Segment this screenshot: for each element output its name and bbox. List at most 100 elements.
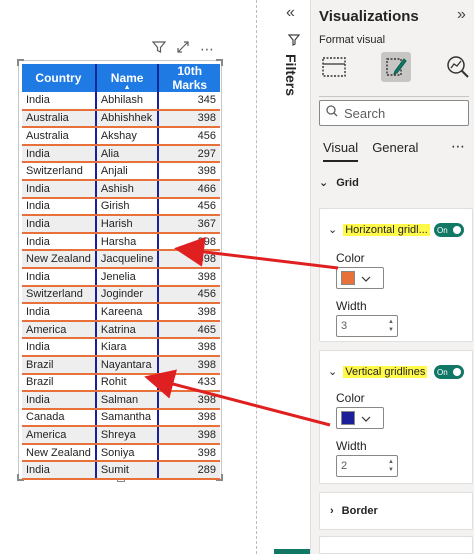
build-visual-icon[interactable] xyxy=(319,52,349,82)
table-row[interactable]: India Kiara 398 xyxy=(22,338,220,357)
cell-name: Joginder xyxy=(95,285,160,305)
cell-marks: 398 xyxy=(158,250,220,269)
cell-name: Samantha xyxy=(95,408,160,428)
section-label: Border xyxy=(341,505,378,517)
cell-marks: 398 xyxy=(158,408,220,428)
column-header-name[interactable]: ▲ Name xyxy=(95,64,160,92)
toggle-state: On xyxy=(437,225,448,235)
cell-country: India xyxy=(22,92,97,111)
cell-marks: 456 xyxy=(158,127,220,146)
report-canvas: ⋯ Country ▲ Name 10th Marks India Abhilas… xyxy=(0,0,256,554)
filters-label[interactable]: Filters xyxy=(283,54,299,96)
collapse-pane-icon[interactable]: » xyxy=(457,6,466,24)
cell-country: India xyxy=(22,303,97,322)
filter-icon xyxy=(287,34,301,49)
table-row[interactable]: India Salman 398 xyxy=(22,391,220,410)
filters-pane-collapsed[interactable]: « Filters xyxy=(278,0,310,554)
vertical-gridlines-header[interactable]: ⌄ Vertical gridlines xyxy=(328,365,428,378)
chevron-down-icon: ⌄ xyxy=(328,366,338,378)
cell-marks: 398 xyxy=(158,267,220,287)
cell-country: Australia xyxy=(22,109,97,129)
border-section-header[interactable]: › Border xyxy=(330,505,378,517)
color-label: Color xyxy=(336,251,365,265)
tab-general[interactable]: General xyxy=(372,140,418,162)
cell-name: Katrina xyxy=(95,320,160,340)
cell-name: Soniya xyxy=(95,443,160,463)
vertical-gridlines-card: ⌄ Vertical gridlines On Color Width 2 ▲ ▼ xyxy=(319,350,473,484)
cell-name: Shreya xyxy=(95,426,160,445)
cell-marks: 398 xyxy=(158,355,220,375)
horizontal-gridlines-toggle[interactable]: On xyxy=(434,223,464,237)
column-header-10th-marks[interactable]: 10th Marks xyxy=(158,64,220,92)
tab-visual[interactable]: Visual xyxy=(323,140,359,162)
column-header-country[interactable]: Country xyxy=(22,64,97,92)
analytics-icon[interactable] xyxy=(443,52,473,82)
more-options-icon[interactable]: ⋯ xyxy=(451,138,465,155)
table-row[interactable]: Australia Abhishhek 398 xyxy=(22,109,220,129)
table-row[interactable]: India Abhilash 345 xyxy=(22,92,220,111)
filter-icon[interactable] xyxy=(151,40,167,58)
cell-marks: 398 xyxy=(158,303,220,322)
vertical-gridlines-toggle[interactable]: On xyxy=(434,365,464,379)
expand-chevron-icon[interactable]: « xyxy=(286,4,295,22)
section-label: Grid xyxy=(336,176,359,189)
focus-mode-icon[interactable] xyxy=(176,40,190,58)
table-row[interactable]: India Alia 297 xyxy=(22,144,220,164)
horizontal-color-picker[interactable] xyxy=(336,267,384,289)
width-value: 3 xyxy=(341,320,348,332)
vertical-width-input[interactable]: 2 ▲ ▼ xyxy=(336,455,398,477)
next-section-card[interactable] xyxy=(319,536,473,554)
border-card[interactable]: › Border xyxy=(319,492,473,530)
cell-country: New Zealand xyxy=(22,250,97,269)
color-swatch xyxy=(341,271,355,285)
search-input[interactable]: Search xyxy=(319,100,469,126)
table-row[interactable]: New Zealand Jacqueline 398 xyxy=(22,250,220,269)
table-row[interactable]: India Jenelia 398 xyxy=(22,267,220,287)
table-row[interactable]: Canada Samantha 398 xyxy=(22,408,220,428)
canvas-divider xyxy=(256,0,257,554)
table-row[interactable]: Switzerland Joginder 456 xyxy=(22,285,220,305)
cell-name: Kareena xyxy=(95,303,160,322)
format-visual-icon[interactable] xyxy=(381,52,411,82)
toggle-state: On xyxy=(437,367,448,377)
horizontal-width-input[interactable]: 3 ▲ ▼ xyxy=(336,315,398,337)
cell-marks: 367 xyxy=(158,215,220,234)
grid-section-header[interactable]: ⌄ Grid xyxy=(319,176,359,190)
chevron-down-icon xyxy=(361,269,371,287)
cell-marks: 456 xyxy=(158,285,220,305)
table-row[interactable]: India Girish 456 xyxy=(22,197,220,217)
table-row[interactable]: India Sumit 289 xyxy=(22,461,220,481)
horizontal-gridlines-header[interactable]: ⌄ Horizontal gridl... xyxy=(328,223,430,236)
cell-name: Salman xyxy=(95,391,160,410)
cell-name: Kiara xyxy=(95,338,160,357)
color-swatch xyxy=(341,411,355,425)
table-row[interactable]: Australia Akshay 456 xyxy=(22,127,220,146)
table-row[interactable]: New Zealand Soniya 398 xyxy=(22,443,220,463)
vertical-color-picker[interactable] xyxy=(336,407,384,429)
table-row[interactable]: India Ashish 466 xyxy=(22,179,220,199)
cell-country: Brazil xyxy=(22,355,97,375)
cell-name: Sumit xyxy=(95,461,160,481)
cell-country: Australia xyxy=(22,127,97,146)
cell-marks: 398 xyxy=(158,443,220,463)
cell-country: India xyxy=(22,391,97,410)
table-row[interactable]: Brazil Rohit 433 xyxy=(22,373,220,393)
more-options-icon[interactable]: ⋯ xyxy=(200,40,214,58)
table-row[interactable]: America Shreya 398 xyxy=(22,426,220,445)
spinner-icon[interactable]: ▲ ▼ xyxy=(388,458,394,474)
spinner-icon[interactable]: ▲ ▼ xyxy=(388,318,394,334)
chevron-right-icon: › xyxy=(330,505,334,517)
table-row[interactable]: India Harsha 398 xyxy=(22,232,220,252)
table-visual[interactable]: Country ▲ Name 10th Marks India Abhilash 3… xyxy=(22,64,220,481)
format-visual-label: Format visual xyxy=(319,34,386,46)
cell-country: India xyxy=(22,197,97,217)
chevron-down-icon xyxy=(361,409,371,427)
table-row[interactable]: Switzerland Anjali 398 xyxy=(22,162,220,181)
table-row[interactable]: Brazil Nayantara 398 xyxy=(22,355,220,375)
table-row[interactable]: India Kareena 398 xyxy=(22,303,220,322)
table-row[interactable]: America Katrina 465 xyxy=(22,320,220,340)
table-row[interactable]: India Harish 367 xyxy=(22,215,220,234)
cell-marks: 465 xyxy=(158,320,220,340)
cell-marks: 398 xyxy=(158,109,220,129)
format-tabs: Visual General ⋯ xyxy=(323,138,473,162)
